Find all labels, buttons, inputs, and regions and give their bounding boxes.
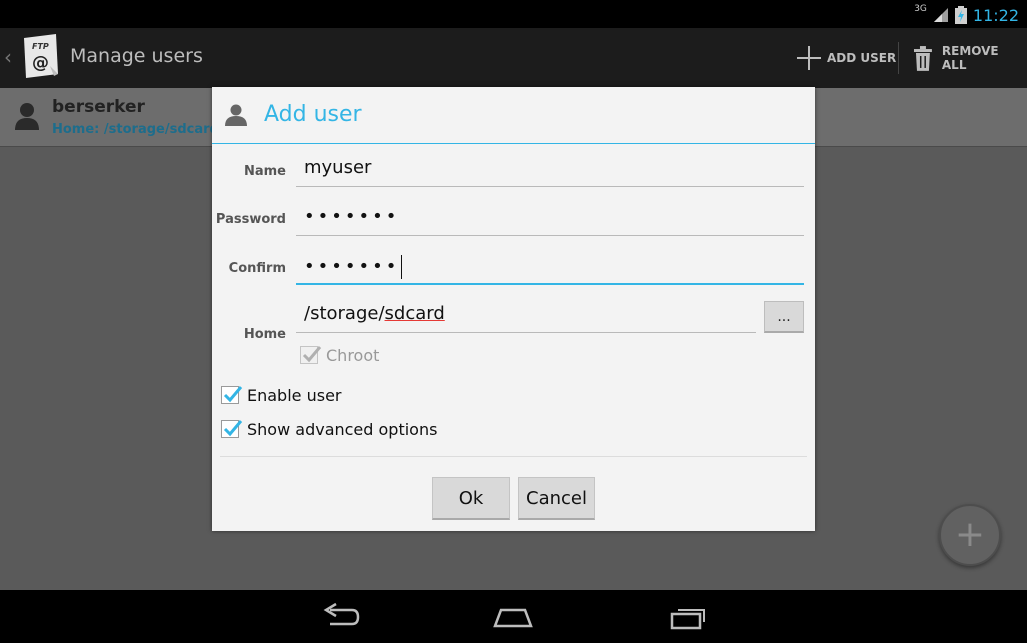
confirm-value-wrapper: ••••••• (304, 255, 403, 279)
status-bar: 3G 11:22 (0, 0, 1027, 28)
user-icon (15, 103, 39, 130)
recent-apps-icon[interactable] (666, 602, 710, 632)
home-label: Home (243, 327, 286, 342)
enable-user-label: Enable user (247, 385, 342, 405)
checkmark-icon (223, 386, 243, 403)
app-logo[interactable]: FTP @ (20, 34, 60, 78)
network-type-label: 3G (914, 4, 927, 14)
show-advanced-label: Show advanced options (247, 419, 438, 439)
confirm-password-field[interactable]: ••••••• (296, 249, 804, 285)
cancel-button[interactable]: Cancel (518, 477, 595, 520)
enable-user-checkbox[interactable]: Enable user (221, 383, 341, 407)
dialog-title: Add user (264, 102, 362, 127)
password-value: ••••••• (304, 206, 400, 227)
remove-all-button[interactable]: REMOVE ALL (912, 42, 1027, 74)
button-divider (220, 456, 807, 457)
page-title: Manage users (70, 45, 203, 67)
show-advanced-checkbox-box (221, 420, 243, 438)
clock: 11:22 (972, 5, 1019, 25)
user-icon (225, 104, 247, 126)
home-icon[interactable] (491, 602, 535, 632)
add-user-label: ADD USER (827, 51, 897, 65)
ok-button[interactable]: Ok (432, 477, 510, 520)
logo-text-ftp: FTP (32, 42, 49, 51)
checkmark-icon (223, 420, 243, 437)
home-value-misspelled: sdcard (384, 303, 445, 324)
action-separator (898, 42, 899, 74)
battery-charging-icon (954, 6, 967, 24)
name-value: myuser (304, 157, 372, 178)
back-chevron-icon[interactable]: ‹ (4, 45, 12, 69)
name-label: Name (243, 164, 286, 179)
status-indicators: 3G 11:22 (914, 4, 1019, 26)
navigation-bar (0, 590, 1027, 643)
password-field[interactable]: ••••••• (296, 200, 804, 236)
signal-icon (933, 8, 948, 22)
action-bar: ‹ FTP @ Manage users ADD USER REMOVE ALL (0, 28, 1027, 88)
trash-icon (913, 46, 932, 71)
home-path-field[interactable]: /storage/sdcard (296, 297, 756, 333)
logo-text-at: @ (32, 53, 49, 73)
plus-icon: + (954, 514, 986, 555)
back-icon[interactable] (318, 602, 362, 632)
confirm-value: ••••••• (304, 256, 400, 277)
user-name: berserker (52, 97, 145, 117)
chroot-checkbox-box (300, 346, 322, 364)
add-user-dialog: Add user Name myuser Password ••••••• Co… (212, 87, 815, 531)
dialog-title-divider (212, 143, 815, 144)
home-value-prefix: /storage/ (304, 303, 385, 324)
text-caret (401, 255, 403, 279)
confirm-label: Confirm (228, 261, 286, 276)
chroot-label: Chroot (326, 345, 380, 365)
floating-add-button[interactable]: + (939, 504, 1001, 566)
enable-user-checkbox-box (221, 386, 243, 404)
dialog-header: Add user (212, 87, 815, 143)
add-user-button[interactable]: ADD USER (795, 42, 896, 74)
name-field[interactable]: myuser (296, 151, 804, 187)
show-advanced-checkbox[interactable]: Show advanced options (221, 417, 437, 441)
user-home: Home: /storage/sdcard (52, 122, 219, 137)
chroot-checkbox[interactable]: Chroot (300, 343, 379, 367)
browse-button[interactable]: ... (764, 301, 804, 333)
home-value: /storage/sdcard (304, 303, 445, 324)
remove-all-label: REMOVE ALL (941, 44, 999, 72)
plus-icon (797, 46, 821, 70)
checkmark-icon (302, 346, 322, 363)
password-label: Password (215, 212, 286, 227)
